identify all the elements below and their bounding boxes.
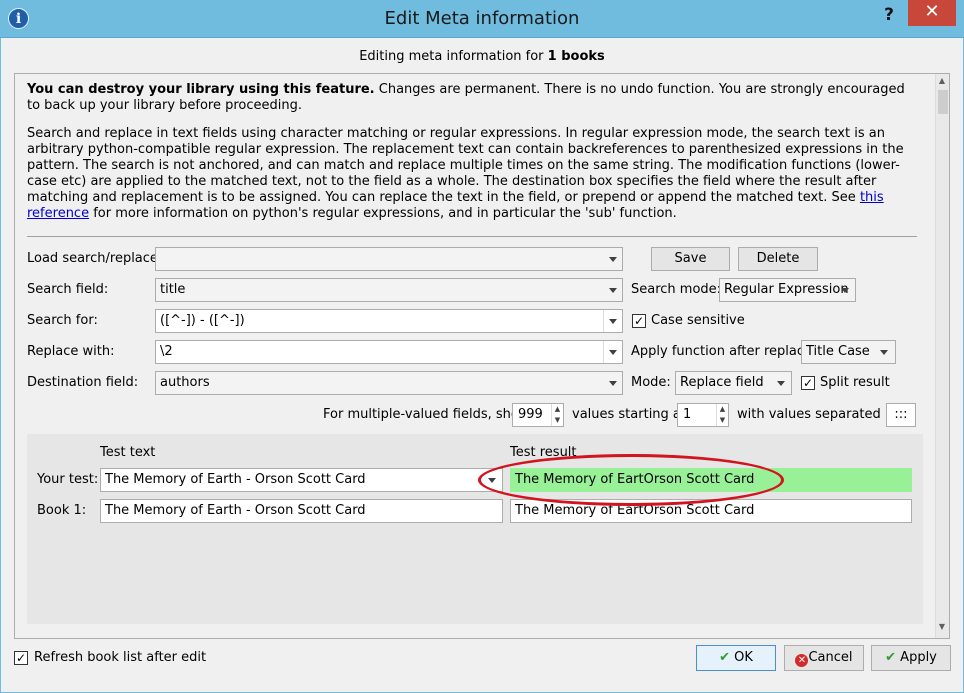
chevron-down-icon — [777, 381, 785, 386]
search-for-input[interactable]: ([^-]) - ([^-]) — [155, 309, 623, 333]
destination-field-combo[interactable]: authors — [155, 371, 623, 395]
multi-show-label: For multiple-valued fields, show — [323, 407, 530, 422]
replace-with-label: Replace with: — [27, 344, 115, 359]
mode-label: Mode: — [631, 375, 671, 390]
test-panel — [27, 434, 923, 624]
cancel-button[interactable]: ✕ Cancel — [784, 645, 864, 671]
check-icon: ✔ — [719, 650, 730, 665]
chevron-down-icon — [609, 288, 617, 293]
search-mode-combo[interactable]: Regular Expression — [719, 278, 856, 302]
chevron-down-icon — [880, 350, 888, 355]
split-result-label: Split result — [820, 375, 890, 390]
multi-start-label: values starting at — [572, 407, 686, 422]
load-search-label: Load search/replace: — [27, 251, 163, 266]
destination-field-label: Destination field: — [27, 375, 139, 390]
help-button[interactable]: ? — [872, 0, 906, 30]
load-search-combo[interactable] — [155, 247, 623, 271]
editing-subtitle: Editing meta information for 1 books — [359, 49, 605, 64]
search-field-combo[interactable]: title — [155, 278, 623, 302]
multi-separator-label: with values separated by — [737, 407, 901, 422]
split-result-checkbox[interactable]: ✓ — [801, 376, 815, 390]
delete-button[interactable]: Delete — [738, 247, 818, 271]
check-icon: ✔ — [885, 650, 897, 665]
apply-button[interactable]: ✔ Apply — [871, 645, 951, 671]
mode-combo[interactable]: Replace field — [675, 371, 792, 395]
spin-arrows-icon[interactable]: ▲ ▼ — [551, 404, 563, 426]
ok-button[interactable]: ✔ OK — [696, 645, 776, 671]
description-text: Search and replace in text fields using … — [27, 126, 904, 221]
divider — [27, 236, 917, 237]
multi-separator-input[interactable]: ::: — [886, 403, 916, 427]
chevron-down-icon — [609, 381, 617, 386]
test-text-header: Test text — [100, 445, 156, 460]
search-for-label: Search for: — [27, 313, 98, 328]
close-button[interactable]: ✕ — [908, 0, 956, 26]
annotation-ellipse — [478, 454, 784, 506]
chevron-down-icon — [841, 288, 849, 293]
apply-function-label: Apply function after replace: — [631, 344, 817, 359]
case-sensitive-label: Case sensitive — [651, 313, 745, 328]
spin-arrows-icon[interactable]: ▲ ▼ — [716, 404, 728, 426]
search-mode-label: Search mode: — [631, 282, 722, 297]
chevron-down-icon — [609, 350, 617, 355]
book1-label: Book 1: — [37, 503, 87, 518]
window-title: Edit Meta information — [384, 8, 580, 29]
cancel-icon: ✕ — [795, 654, 809, 667]
vertical-scrollbar[interactable] — [935, 74, 949, 638]
replace-with-input[interactable]: \2 — [155, 340, 623, 364]
chevron-down-icon — [609, 319, 617, 324]
your-test-label: Your test: — [37, 472, 99, 487]
your-test-input[interactable]: The Memory of Earth - Orson Scott Card — [100, 468, 503, 492]
scroll-up-icon[interactable]: ▲ — [935, 76, 949, 88]
case-sensitive-checkbox[interactable]: ✓ — [632, 314, 646, 328]
refresh-checkbox[interactable]: ✓ — [14, 651, 28, 665]
warning-text: You can destroy your library using this … — [27, 82, 905, 113]
search-field-label: Search field: — [27, 282, 109, 297]
info-icon: i — [8, 8, 29, 29]
book1-text: The Memory of Earth - Orson Scott Card — [100, 499, 503, 523]
scroll-down-icon[interactable]: ▼ — [935, 622, 949, 636]
refresh-label: Refresh book list after edit — [34, 650, 207, 665]
chevron-down-icon — [609, 257, 617, 262]
scrollbar-thumb[interactable] — [938, 90, 948, 114]
save-button[interactable]: Save — [651, 247, 730, 271]
